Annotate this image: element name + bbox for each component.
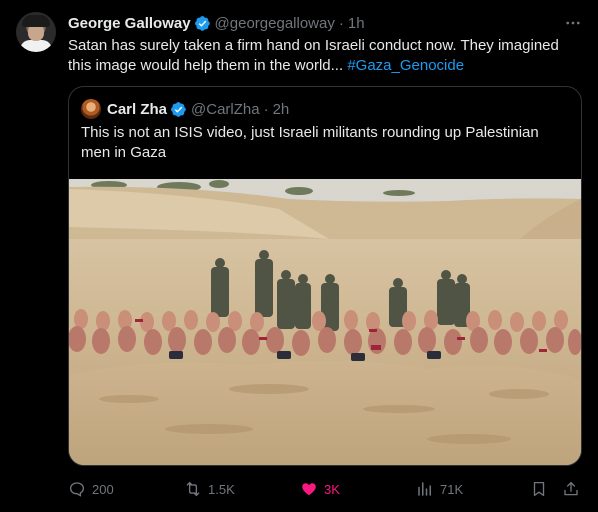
hashtag-link[interactable]: #Gaza_Genocide xyxy=(347,57,464,74)
tweet-text-body: Satan has surely taken a firm hand on Is… xyxy=(68,37,559,74)
like-count: 3K xyxy=(324,481,340,497)
bookmark-button[interactable] xyxy=(530,480,554,498)
views-icon xyxy=(418,482,431,496)
more-options-icon[interactable] xyxy=(564,14,582,32)
views-count: 71K xyxy=(440,481,464,497)
tweet-card[interactable]: George Galloway @georgegalloway · 1h Sat… xyxy=(0,0,598,512)
share-button[interactable] xyxy=(562,480,586,498)
views-button[interactable]: 71K xyxy=(416,480,463,498)
reply-button[interactable]: 200 xyxy=(68,480,114,498)
author-avatar[interactable] xyxy=(16,12,56,52)
quoted-tweet[interactable]: Carl Zha @CarlZha · 2h This is not an IS… xyxy=(68,86,582,466)
quoted-author-handle[interactable]: @CarlZha xyxy=(191,101,260,118)
author-name[interactable]: George Galloway xyxy=(68,15,191,32)
tweet-timestamp[interactable]: 1h xyxy=(348,15,365,32)
reply-icon xyxy=(69,482,85,497)
quoted-tweet-text: This is not an ISIS video, just Israeli … xyxy=(81,124,539,161)
bookmark-icon xyxy=(533,481,545,497)
quoted-tweet-header: Carl Zha @CarlZha · 2h xyxy=(81,99,289,119)
heart-icon xyxy=(302,483,316,496)
reply-count: 200 xyxy=(92,481,114,497)
quoted-tweet-timestamp[interactable]: 2h xyxy=(273,101,290,118)
separator-dot: · xyxy=(338,14,344,32)
quoted-author-avatar[interactable] xyxy=(81,99,101,119)
verified-badge-icon xyxy=(194,15,210,31)
author-handle[interactable]: @georgegalloway xyxy=(215,15,335,32)
separator-dot: · xyxy=(263,100,269,118)
quoted-author-name[interactable]: Carl Zha xyxy=(107,101,167,118)
tweet-text: Satan has surely taken a firm hand on Is… xyxy=(68,36,584,76)
quoted-tweet-photo[interactable] xyxy=(69,179,581,466)
verified-badge-icon xyxy=(171,101,186,117)
share-icon xyxy=(564,481,578,496)
tweet-actions: 200 1.5K 3K 71K xyxy=(68,480,584,502)
repost-count: 1.5K xyxy=(208,481,235,497)
tweet-header: George Galloway @georgegalloway · 1h xyxy=(68,13,365,33)
repost-button[interactable]: 1.5K xyxy=(184,480,235,498)
like-button[interactable]: 3K xyxy=(300,480,340,498)
repost-icon xyxy=(186,481,200,497)
